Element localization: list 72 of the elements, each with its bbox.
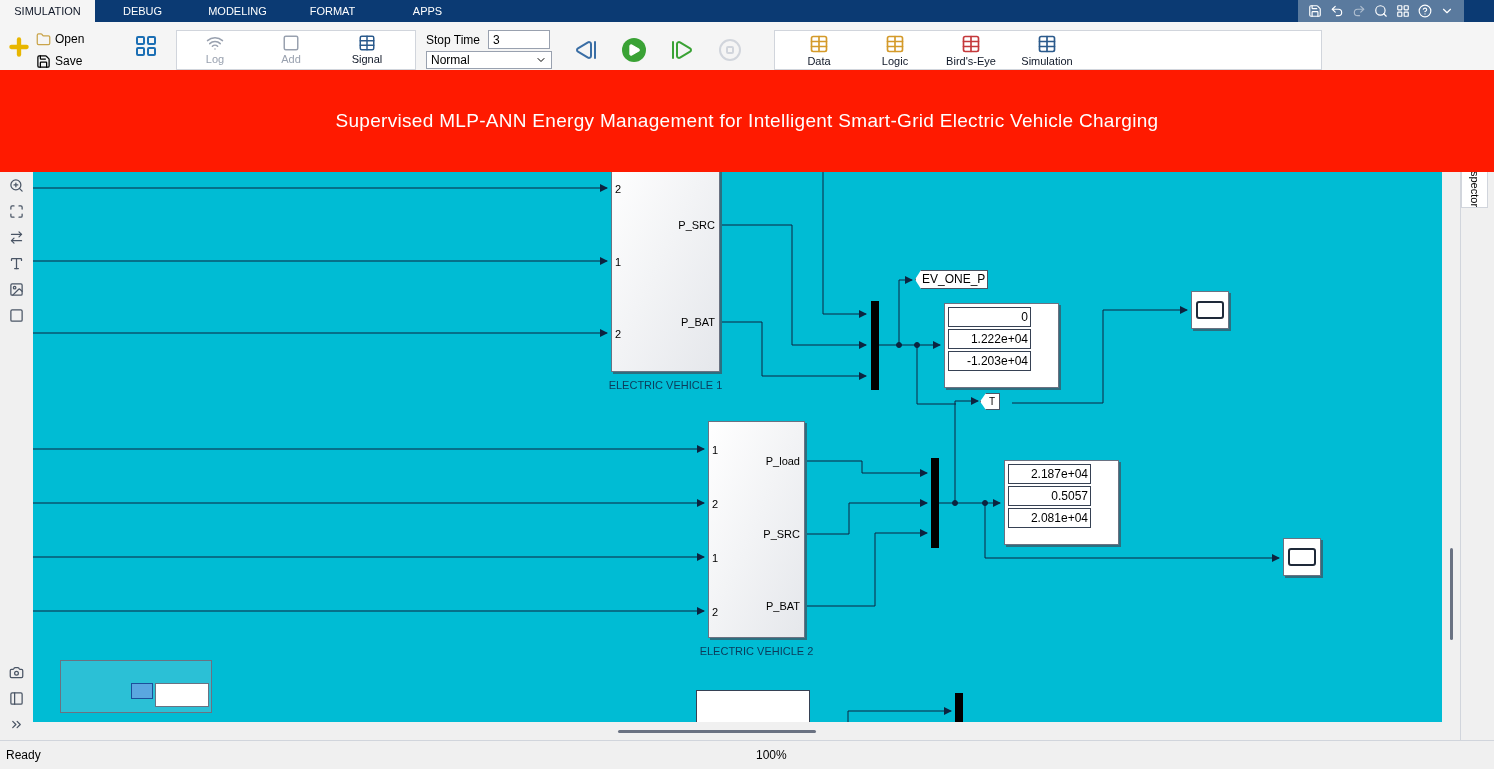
port-number: 2	[615, 328, 622, 340]
camera-icon[interactable]	[9, 665, 24, 680]
port-number: 1	[615, 256, 622, 268]
goto-tag: EV_ONE_P	[915, 270, 989, 289]
table-icon	[885, 34, 905, 54]
vertical-scrollbar[interactable]	[1449, 548, 1453, 640]
library-icon[interactable]	[134, 34, 158, 58]
status-text: Ready	[6, 747, 42, 764]
table-icon	[1037, 34, 1057, 54]
mux-bar	[955, 693, 963, 722]
scope-block	[1191, 291, 1229, 329]
grid-icon[interactable]	[1396, 4, 1410, 18]
open-button[interactable]: Open	[36, 30, 116, 48]
signal-waves-icon	[206, 34, 224, 52]
port-number: 2	[712, 498, 719, 510]
port-number: 2	[615, 183, 622, 195]
help-icon[interactable]	[1418, 4, 1432, 18]
stop-time-label: Stop Time	[426, 31, 481, 49]
display-value: 0.5057	[1008, 486, 1091, 506]
title-banner: Supervised MLP-ANN Energy Management for Intelligent Smart-Grid Electric Vehicle Charging	[0, 70, 1494, 172]
run-icon[interactable]	[622, 38, 646, 62]
horizontal-scrollbar[interactable]	[618, 729, 816, 733]
ribbon-tab[interactable]: MODELING	[190, 0, 285, 22]
stop-time-field[interactable]: 3	[488, 30, 551, 49]
ribbon-tab[interactable]: DEBUG	[95, 0, 190, 22]
table-icon	[358, 34, 376, 52]
scope-block	[1283, 538, 1321, 576]
port-number: 2	[712, 606, 719, 618]
display-value: 1.222e+04	[948, 329, 1031, 349]
step-back-icon[interactable]	[574, 38, 598, 62]
port-label: P_BAT	[765, 600, 800, 612]
folder-icon	[36, 31, 51, 47]
save-button[interactable]: Save	[36, 52, 116, 70]
display-value: 2.187e+04	[1008, 464, 1091, 484]
port-label: P_load	[765, 455, 800, 467]
display-value: 2.081e+04	[1008, 508, 1091, 528]
fit-view-icon[interactable]	[9, 204, 24, 219]
step-forward-icon[interactable]	[670, 38, 694, 62]
mode-dropdown[interactable]: Normal	[426, 51, 552, 69]
panel-icon[interactable]	[9, 691, 24, 706]
toolbar-button[interactable]: Simulation	[1009, 31, 1085, 68]
port-label: P_BAT	[680, 316, 715, 328]
square-icon	[282, 34, 300, 52]
port-number: 1	[712, 552, 719, 564]
zoom-in-icon[interactable]	[9, 178, 24, 193]
toolbar-button[interactable]: Logic	[857, 31, 933, 68]
toolbar-button[interactable]: Bird's-Eye	[933, 31, 1009, 68]
undo-icon[interactable]	[1330, 4, 1344, 18]
zoom-level: 100%	[756, 747, 787, 764]
port-label: P_SRC	[678, 219, 715, 231]
side-panel-tab[interactable]: spector	[1461, 170, 1488, 209]
image-icon[interactable]	[9, 282, 24, 297]
port-number: 1	[712, 444, 719, 456]
save-icon[interactable]	[1308, 4, 1322, 18]
from-tag: T	[980, 393, 1001, 410]
square-icon[interactable]	[9, 308, 24, 323]
toolbar-button[interactable]: Signal	[329, 31, 405, 68]
toolbar-button[interactable]: Data	[781, 31, 857, 68]
block-label: ELECTRIC VEHICLE 2	[699, 645, 814, 657]
search-icon[interactable]	[1374, 4, 1388, 18]
arrows-icon[interactable]	[9, 230, 24, 245]
block-label: ELECTRIC VEHICLE 1	[608, 379, 723, 391]
table-icon	[961, 34, 981, 54]
text-icon[interactable]	[9, 256, 24, 271]
display-value: 0	[948, 307, 1031, 327]
ribbon-tab[interactable]: SIMULATION	[0, 0, 95, 22]
save-icon	[36, 53, 51, 69]
ribbon-tab[interactable]: APPS	[380, 0, 475, 22]
ribbon-tab[interactable]: FORMAT	[285, 0, 380, 22]
port-label: P_SRC	[763, 528, 800, 540]
display-value: -1.203e+04	[948, 351, 1031, 371]
table-icon	[809, 34, 829, 54]
